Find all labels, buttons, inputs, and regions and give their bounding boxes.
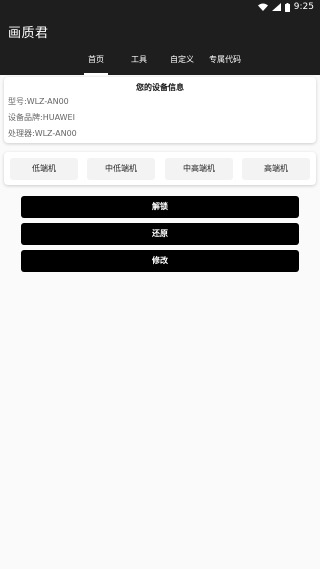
device-processor: 处理器:WLZ-AN00 bbox=[8, 129, 77, 138]
restore-button[interactable]: 还原 bbox=[21, 223, 299, 245]
wifi-icon bbox=[257, 3, 268, 11]
tier-high-end-button[interactable]: 高端机 bbox=[242, 158, 310, 180]
app-title: 画质君 bbox=[8, 26, 49, 41]
app-bar: 画质君 bbox=[0, 14, 320, 45]
tab-bar: 首页 工具 自定义 专属代码 bbox=[0, 45, 320, 75]
status-icons: 9:25 bbox=[257, 2, 314, 12]
tab-exclusive-code[interactable]: 专属代码 bbox=[205, 45, 245, 75]
tier-low-end-button[interactable]: 低端机 bbox=[10, 158, 78, 180]
device-info-card: 您的设备信息 型号:WLZ-AN00 设备品牌:HUAWEI 处理器:WLZ-A… bbox=[4, 77, 316, 143]
signal-icon bbox=[271, 3, 281, 11]
device-tier-card: 低端机 中低端机 中高端机 高端机 bbox=[4, 152, 316, 185]
status-bar: 9:25 bbox=[0, 0, 320, 14]
unlock-button[interactable]: 解锁 bbox=[21, 196, 299, 218]
device-model: 型号:WLZ-AN00 bbox=[8, 97, 69, 106]
tab-home[interactable]: 首页 bbox=[80, 45, 112, 75]
device-brand: 设备品牌:HUAWEI bbox=[8, 113, 75, 122]
tier-mid-low-button[interactable]: 中低端机 bbox=[87, 158, 155, 180]
tab-tools[interactable]: 工具 bbox=[123, 45, 155, 75]
status-time: 9:25 bbox=[293, 2, 314, 12]
tab-custom[interactable]: 自定义 bbox=[164, 45, 200, 75]
battery-icon bbox=[284, 2, 290, 12]
tab-active-indicator bbox=[84, 73, 108, 75]
tier-mid-high-button[interactable]: 中高端机 bbox=[165, 158, 233, 180]
device-info-title: 您的设备信息 bbox=[136, 83, 184, 92]
modify-button[interactable]: 修改 bbox=[21, 250, 299, 272]
